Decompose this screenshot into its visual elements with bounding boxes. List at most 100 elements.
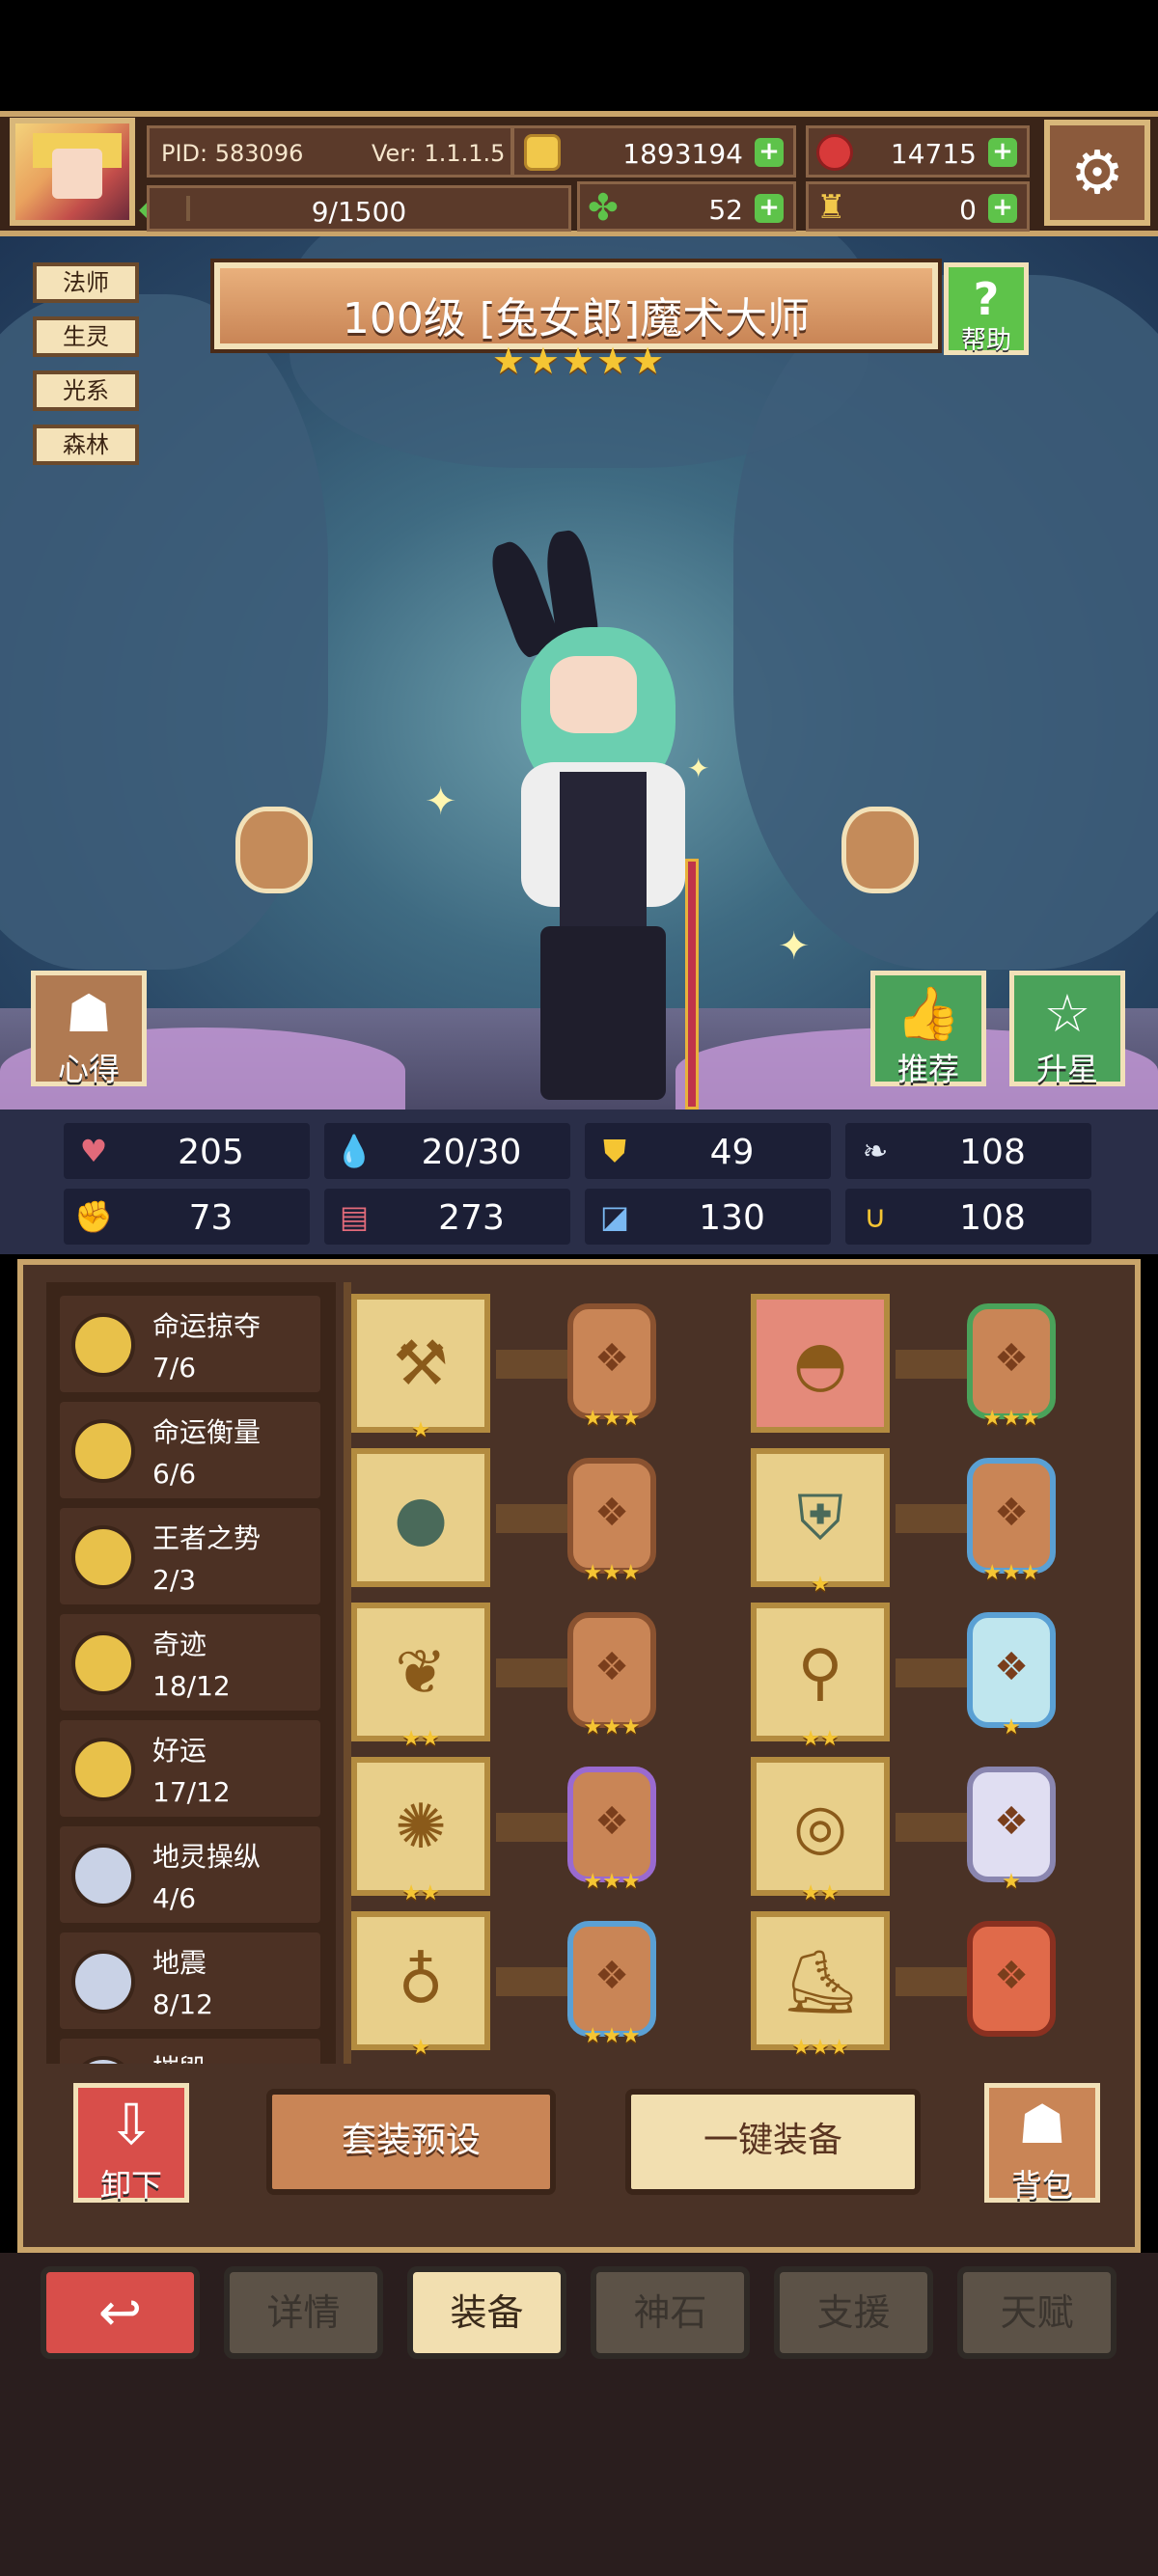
- set-item[interactable]: 地震 8/12: [60, 1932, 320, 2029]
- settings-button[interactable]: ⚙: [1044, 120, 1150, 226]
- amulet-equipment-slot[interactable]: ✺ ★★: [351, 1757, 490, 1905]
- insight-label: 心得: [57, 1051, 120, 1087]
- armor-equipment-slot[interactable]: ⛨ ★: [751, 1448, 890, 1597]
- add-ruby-button[interactable]: +: [988, 138, 1017, 167]
- set-count: 4/6: [152, 1882, 197, 1914]
- rune-icon: ❖: [594, 1491, 629, 1535]
- question-icon: ?: [973, 273, 1000, 325]
- axe-equipment-slot[interactable]: ⚒ ★: [351, 1294, 490, 1442]
- set-bonus-list[interactable]: 命运掠夺 7/6 命运衡量 6/6 王者之势 2/3 奇迹 18/12 好运 1…: [46, 1282, 336, 2064]
- set-name: 王者之势: [152, 1522, 262, 1554]
- clover-icon: ✤: [588, 186, 619, 229]
- bronze-rune-slot[interactable]: ❖ ★★★: [567, 1303, 656, 1431]
- tab-support[interactable]: 支援: [774, 2266, 933, 2359]
- recommend-button[interactable]: 👍 推荐: [870, 971, 986, 1087]
- set-count: 17/12: [152, 1776, 231, 1808]
- back-button[interactable]: ↩: [41, 2266, 200, 2359]
- silver-rune-slot[interactable]: ❖ ★: [967, 1767, 1056, 1894]
- tab-equipment[interactable]: 装备: [407, 2266, 566, 2359]
- unequip-button[interactable]: ⇩ 卸下: [73, 2083, 189, 2204]
- slot-connector: [896, 1350, 973, 1379]
- affection-right-icon[interactable]: [841, 807, 919, 893]
- stat-defense-value: 49: [709, 1133, 755, 1172]
- helmet-icon: ☗: [65, 983, 113, 1044]
- set-item[interactable]: 好运 17/12: [60, 1720, 320, 1817]
- hero-character-sprite[interactable]: [482, 528, 724, 1110]
- backpack-button[interactable]: ☗ 背包: [984, 2083, 1100, 2204]
- pouch-icon: ♜: [816, 188, 846, 227]
- slot-connector: [896, 1658, 973, 1687]
- set-name: 奇迹: [152, 1629, 207, 1660]
- set-name: 地震: [152, 1947, 207, 1979]
- add-pouch-button[interactable]: +: [988, 194, 1017, 223]
- bronze-rune-slot[interactable]: ❖ ★★★: [567, 1612, 656, 1740]
- item-star-rating: ★★: [801, 1881, 840, 1905]
- stat-speed-value: 108: [959, 1133, 1026, 1172]
- set-item[interactable]: 地灵操纵 4/6: [60, 1826, 320, 1923]
- silver-medal-icon: [71, 1844, 135, 1907]
- preset-button[interactable]: 套装预设: [266, 2089, 556, 2195]
- set-name: 命运衡量: [152, 1416, 262, 1448]
- blue-rune-slot[interactable]: ❖ ★★★: [967, 1458, 1056, 1585]
- stat-hp: ♥ 205: [64, 1123, 310, 1179]
- cyan-rune-slot[interactable]: ❖ ★: [967, 1612, 1056, 1740]
- stat-attack-value: 73: [188, 1198, 234, 1238]
- star-up-label: 升星: [1035, 1051, 1098, 1087]
- item-star-rating: ★★: [401, 1727, 440, 1751]
- bronze-rune-slot[interactable]: ❖ ★★★: [567, 1458, 656, 1585]
- rune-star-rating: ★★★: [583, 1715, 641, 1740]
- set-item[interactable]: 王者之势 2/3: [60, 1508, 320, 1604]
- rune-star-rating: ★★★: [583, 1870, 641, 1894]
- pouch-counter: ♜ 0 +: [806, 181, 1030, 232]
- help-label: 帮助: [960, 326, 1011, 355]
- blue-rune-slot[interactable]: ❖ ★★★: [567, 1921, 656, 2048]
- scroll-equipment-slot[interactable]: ⚲ ★★: [751, 1603, 890, 1751]
- silver-medal-icon: [71, 2056, 135, 2064]
- energy-bar: 9/1500: [147, 185, 571, 232]
- orb-equipment-slot[interactable]: ●: [351, 1448, 490, 1587]
- slot-connector: [896, 1967, 973, 1996]
- mana-drop-icon: 💧: [335, 1133, 373, 1169]
- set-item[interactable]: 命运掠夺 7/6: [60, 1296, 320, 1392]
- help-button[interactable]: ? 帮助: [944, 262, 1029, 355]
- hat-equipment-slot[interactable]: ◓: [751, 1294, 890, 1433]
- panel-divider: [344, 1282, 351, 2064]
- item-star-rating: ★★: [801, 1727, 840, 1751]
- hero-face: [550, 656, 637, 733]
- heart-icon: ♥: [79, 1133, 108, 1169]
- item-star-rating: ★: [811, 1573, 830, 1597]
- set-item[interactable]: 奇迹 18/12: [60, 1614, 320, 1711]
- star-up-button[interactable]: ☆ 升星: [1009, 971, 1125, 1087]
- thumbs-up-icon: 👍: [896, 983, 961, 1044]
- slot-connector: [896, 1813, 973, 1842]
- necklace-equipment-slot[interactable]: ❦ ★★: [351, 1603, 490, 1751]
- add-clover-button[interactable]: +: [755, 194, 784, 223]
- affection-left-icon[interactable]: [235, 807, 313, 893]
- set-item[interactable]: 摧毁: [60, 2039, 320, 2064]
- crown-ring-equipment-slot[interactable]: ♁ ★: [351, 1911, 490, 2060]
- set-count: 18/12: [152, 1670, 231, 1702]
- backpack-label: 背包: [1010, 2167, 1073, 2204]
- item-star-rating: ★★★: [791, 2036, 849, 2060]
- orange-rune-slot[interactable]: ❖: [967, 1921, 1056, 2037]
- set-item[interactable]: 命运衡量 6/6: [60, 1402, 320, 1498]
- add-gold-button[interactable]: +: [755, 138, 784, 167]
- boot-icon: ◪: [599, 1198, 630, 1235]
- rune-star-rating: ★★★: [583, 1561, 641, 1585]
- one-click-equip-button[interactable]: 一键装备: [625, 2089, 921, 2195]
- boots-equipment-slot[interactable]: ⛸ ★★★: [751, 1911, 890, 2060]
- tab-godstone[interactable]: 神石: [591, 2266, 750, 2359]
- armor-icon: ⛨: [797, 1483, 843, 1554]
- stat-magic-value: 273: [438, 1198, 505, 1238]
- stat-attack: ✊ 73: [64, 1189, 310, 1245]
- insight-button[interactable]: ☗ 心得: [31, 971, 147, 1087]
- purple-rune-slot[interactable]: ❖ ★★★: [567, 1767, 656, 1894]
- tab-talent[interactable]: 天赋: [957, 2266, 1117, 2359]
- hat-icon: ◓: [793, 1329, 847, 1400]
- hero-staff: [685, 859, 699, 1110]
- tab-details[interactable]: 详情: [224, 2266, 383, 2359]
- set-name: 摧毁: [152, 2048, 207, 2064]
- green-rune-slot[interactable]: ❖ ★★★: [967, 1303, 1056, 1431]
- player-avatar[interactable]: [10, 118, 135, 226]
- ring-equipment-slot[interactable]: ◎ ★★: [751, 1757, 890, 1905]
